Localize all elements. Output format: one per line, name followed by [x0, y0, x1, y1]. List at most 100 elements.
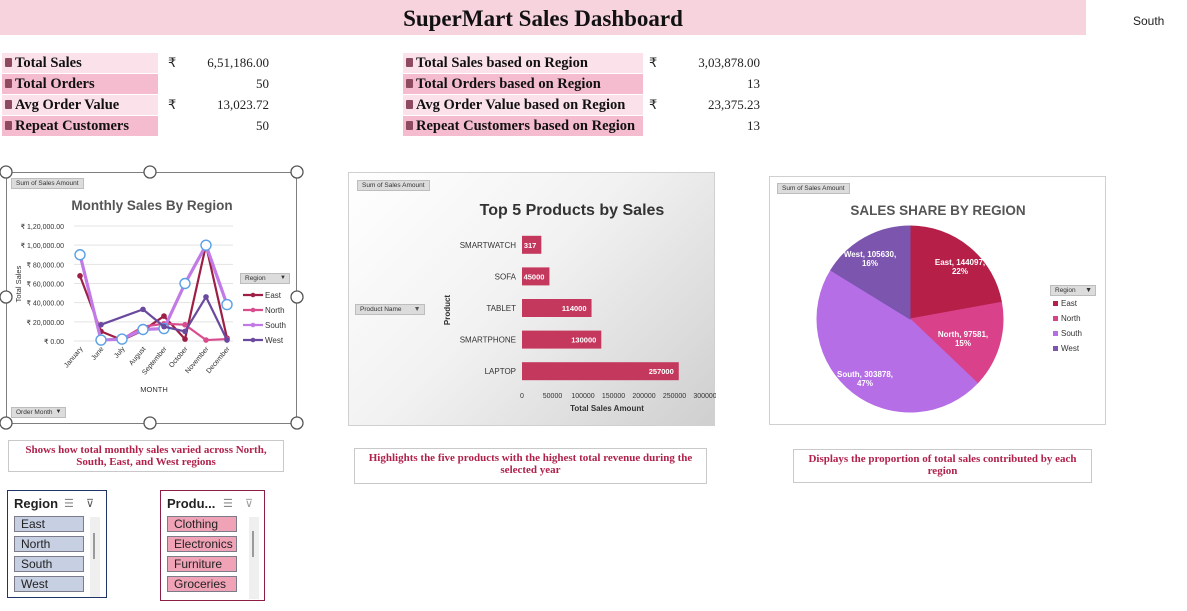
sum-sales-field-button[interactable]: Sum of Sales Amount	[777, 183, 850, 194]
filter-icon: ▼	[413, 306, 421, 313]
legend-label: West	[1061, 344, 1080, 353]
bullet-icon	[406, 121, 413, 130]
kpi-currency: ₹	[649, 55, 658, 70]
bullet-icon	[406, 58, 413, 67]
data-label-percent: 22%	[952, 267, 968, 276]
page-title: SuperMart Sales Dashboard	[0, 0, 1086, 35]
kpi-label-text: Avg Order Value	[15, 97, 120, 113]
kpi-label: Repeat Customers	[2, 116, 158, 136]
sales-share-svg: SALES SHARE BY REGION East, 144097,22% Eas…	[816, 203, 1082, 413]
data-label: 45000	[524, 272, 545, 281]
kpi-label-text: Avg Order Value based on Region	[416, 97, 626, 113]
legend-swatch	[1053, 316, 1058, 321]
slicer-item-electronics[interactable]: Electronics	[167, 536, 237, 552]
data-label-percent: 16%	[862, 259, 878, 268]
kpi-value: 50	[256, 118, 269, 133]
kpi-label-text: Total Sales based on Region	[416, 55, 588, 71]
slicer-item-furniture[interactable]: Furniture	[167, 556, 237, 572]
kpi-label-text: Total Sales	[15, 55, 82, 71]
bullet-icon	[406, 100, 413, 109]
top-products-svg: Top 5 Products by Sales SMARTWATCH 317 SOFA…	[443, 202, 716, 413]
kpi-value: 13	[747, 118, 760, 133]
region-slicer-title: Region	[14, 496, 59, 511]
legend-swatch	[1053, 331, 1058, 336]
clear-filter-icon[interactable]: ⊽	[245, 497, 253, 510]
slicer-item-clothing[interactable]: Clothing	[167, 516, 237, 532]
sum-sales-field-button[interactable]: Sum of Sales Amount	[357, 180, 430, 191]
selected-region-cell[interactable]: South	[1133, 14, 1164, 28]
x-tick-label: 200000	[632, 393, 655, 400]
share-description: Displays the proportion of total sales c…	[793, 449, 1092, 483]
slicer-item-north[interactable]: North	[14, 536, 84, 552]
multi-select-icon[interactable]: ☰	[223, 497, 233, 510]
product-slicer[interactable]: Produ... ☰ ⊽ Clothing Electronics Furnitur…	[160, 490, 265, 601]
data-label: 317	[524, 241, 537, 250]
y-tick-label: LAPTOP	[485, 367, 516, 376]
product-name-field-button[interactable]: Product Name ▼	[355, 304, 425, 315]
data-label: 114000	[562, 304, 587, 313]
region-slicer[interactable]: Region ☰ ⊽ East North South West	[7, 490, 107, 598]
data-label: East, 144097,	[935, 258, 985, 267]
kpi-label: Avg Order Value	[2, 95, 158, 115]
slicer-item-groceries[interactable]: Groceries	[167, 576, 237, 592]
kpi-currency: ₹	[649, 97, 658, 112]
kpi-value: 3,03,878.00	[698, 55, 760, 70]
product-slicer-title: Produ...	[167, 496, 216, 511]
scroll-thumb[interactable]	[93, 533, 95, 559]
bullet-icon	[5, 58, 12, 67]
product-name-label: Product Name	[360, 306, 402, 313]
slicer-item-south[interactable]: South	[14, 556, 84, 572]
bullet-icon	[5, 100, 12, 109]
kpi-value: 13,023.72	[217, 97, 269, 112]
region-slicer-scrollbar[interactable]	[90, 517, 100, 597]
kpi-label-text: Repeat Customers based on Region	[416, 118, 636, 134]
kpi-label-text: Repeat Customers	[15, 118, 129, 134]
kpi-value: 50	[256, 76, 269, 91]
top-products-chart[interactable]: Top 5 Products by Sales SMARTWATCH 317 SOFA…	[348, 172, 716, 426]
product-slicer-scrollbar[interactable]	[249, 517, 259, 599]
data-label-percent: 15%	[955, 339, 971, 348]
data-label: West, 105630,	[844, 250, 896, 259]
kpi-value: 6,51,186.00	[207, 55, 269, 70]
x-axis-title: Total Sales Amount	[570, 404, 644, 413]
kpi-currency: ₹	[168, 55, 177, 70]
x-tick-label: 0	[520, 393, 524, 400]
x-tick-label: 50000	[543, 393, 563, 400]
data-label: 257000	[649, 367, 674, 376]
kpi-label: Total Orders based on Region	[403, 74, 643, 94]
sales-share-chart[interactable]: SALES SHARE BY REGION East, 144097, 22% Eas…	[769, 176, 1106, 425]
x-tick-label: 100000	[571, 393, 594, 400]
slicer-item-east[interactable]: East	[14, 516, 84, 532]
kpi-label: Total Sales based on Region	[403, 53, 643, 73]
slicer-item-west[interactable]: West	[14, 576, 84, 592]
legend-label: East	[1061, 299, 1078, 308]
bullet-icon	[5, 121, 12, 130]
data-label: 130000	[571, 336, 596, 345]
chart-title: Top 5 Products by Sales	[480, 202, 665, 219]
x-tick-label: 150000	[602, 393, 625, 400]
region-legend-field-button[interactable]: Region ▼	[1050, 285, 1096, 296]
kpi-value: 13	[747, 76, 760, 91]
multi-select-icon[interactable]: ☰	[64, 497, 74, 510]
scroll-thumb[interactable]	[252, 531, 254, 557]
bullet-icon	[5, 79, 12, 88]
kpi-label-text: Total Orders	[15, 76, 95, 92]
filter-icon: ▼	[1085, 287, 1092, 294]
chart-title: SALES SHARE BY REGION	[850, 203, 1025, 218]
legend-swatch	[1053, 346, 1058, 351]
legend-swatch	[1053, 301, 1058, 306]
clear-filter-icon[interactable]: ⊽	[86, 497, 94, 510]
kpi-label: Total Orders	[2, 74, 158, 94]
x-tick-label: 250000	[663, 393, 686, 400]
region-legend-label: Region	[1055, 287, 1076, 294]
chart-selection-handles[interactable]	[0, 164, 305, 434]
data-label-percent: 47%	[857, 379, 873, 388]
data-label: South, 303878,	[837, 370, 893, 379]
products-description: Highlights the five products with the hi…	[354, 448, 707, 484]
y-tick-label: SMARTPHONE	[460, 336, 516, 345]
kpi-value: 23,375.23	[708, 97, 760, 112]
kpi-label: Avg Order Value based on Region	[403, 95, 643, 115]
kpi-label-text: Total Orders based on Region	[416, 76, 601, 92]
bullet-icon	[406, 79, 413, 88]
kpi-label: Repeat Customers based on Region	[403, 116, 643, 136]
